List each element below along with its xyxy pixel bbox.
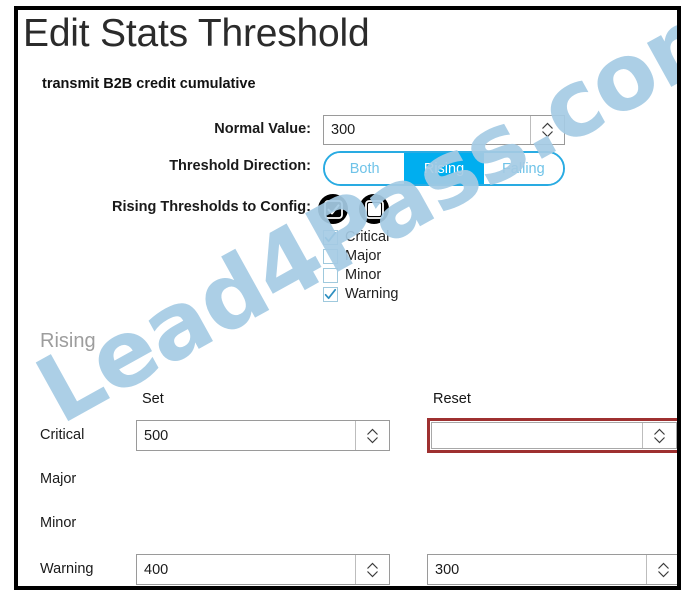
- direction-option-rising[interactable]: Rising: [404, 153, 484, 184]
- severity-label-warning: Warning: [345, 286, 399, 302]
- critical-reset-value: [432, 423, 642, 448]
- clear-all-icon[interactable]: [359, 194, 389, 224]
- critical-set-spinner[interactable]: [355, 421, 389, 450]
- threshold-row-label-critical: Critical: [40, 427, 85, 443]
- warning-reset-value: 300: [435, 561, 460, 578]
- severity-row-critical[interactable]: Critical: [323, 228, 398, 246]
- critical-set-input[interactable]: 500: [136, 420, 390, 451]
- warning-set-value: 400: [144, 561, 169, 578]
- severity-checkbox-major[interactable]: [323, 248, 338, 264]
- warning-set-spinner[interactable]: [355, 555, 389, 584]
- severity-checkbox-critical[interactable]: [323, 229, 338, 245]
- thresholds-to-config-label: Rising Thresholds to Config:: [112, 199, 311, 215]
- severity-label-minor: Minor: [345, 267, 382, 283]
- critical-set-value: 500: [144, 427, 169, 444]
- normal-value-text: 300: [331, 122, 356, 138]
- critical-reset-input[interactable]: [427, 418, 677, 453]
- threshold-row-label-major: Major: [40, 471, 77, 487]
- severity-label-critical: Critical: [345, 229, 390, 245]
- severity-row-minor[interactable]: Minor: [323, 266, 398, 284]
- stat-name-subtitle: transmit B2B credit cumulative: [42, 76, 256, 92]
- severity-row-warning[interactable]: Warning: [323, 285, 398, 303]
- warning-reset-spinner[interactable]: [646, 555, 677, 584]
- threshold-row-label-warning: Warning: [40, 561, 94, 577]
- critical-reset-spinner[interactable]: [642, 423, 676, 448]
- screenshot-frame: Edit Stats Threshold transmit B2B credit…: [14, 6, 681, 590]
- dialog-canvas: Edit Stats Threshold transmit B2B credit…: [18, 10, 677, 586]
- watermark: Lead4Pass.com: [19, 6, 681, 445]
- column-header-set: Set: [142, 391, 164, 407]
- severity-checkbox-warning[interactable]: [323, 286, 338, 302]
- threshold-direction-segmented-control[interactable]: Both Rising Falling: [323, 151, 565, 186]
- normal-value-spinner[interactable]: [530, 116, 564, 144]
- severity-checkbox-minor[interactable]: [323, 267, 338, 283]
- column-header-reset: Reset: [433, 391, 471, 407]
- normal-value-label: Normal Value:: [214, 121, 311, 137]
- direction-option-falling[interactable]: Falling: [483, 153, 563, 184]
- severity-row-major[interactable]: Major: [323, 247, 398, 265]
- page-title: Edit Stats Threshold: [23, 12, 370, 55]
- threshold-direction-label: Threshold Direction:: [169, 158, 311, 174]
- threshold-row-label-minor: Minor: [40, 515, 77, 531]
- warning-set-input[interactable]: 400: [136, 554, 390, 585]
- severity-checkbox-list[interactable]: Critical Major Minor Warning: [323, 228, 398, 304]
- severity-label-major: Major: [345, 248, 382, 264]
- warning-reset-input[interactable]: 300: [427, 554, 677, 585]
- select-all-icon[interactable]: [318, 194, 348, 224]
- section-heading-rising: Rising: [40, 330, 96, 352]
- direction-option-both[interactable]: Both: [325, 153, 405, 184]
- normal-value-input[interactable]: 300: [323, 115, 565, 145]
